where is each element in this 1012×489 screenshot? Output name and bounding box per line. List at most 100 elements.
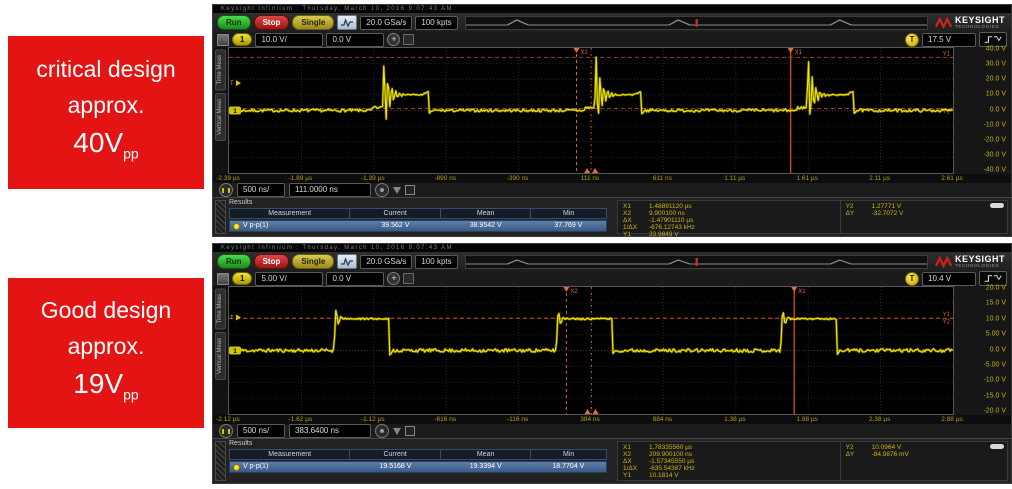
memory-depth-field[interactable]: 100 kpts <box>415 254 458 269</box>
marker-readout-row: X1 1.78335560 µs <box>623 444 693 451</box>
display-settings-icon[interactable] <box>337 254 358 269</box>
results-table: Measurement Current Mean Min V p-p(1) 39.562 … <box>229 208 607 232</box>
plot-area: Time Meas Vertical Meas Y1 Y2 X2 X1 T 1 40.0 … <box>213 46 1011 174</box>
timebase-scale-field[interactable]: 500 ns/ <box>237 424 285 438</box>
timebase-position-field[interactable]: 111.0000 ns <box>289 183 371 197</box>
results-column-header: Min <box>531 208 607 219</box>
readout-scroll-pill[interactable] <box>990 444 1004 449</box>
oscilloscope-window-good: Keysight Infiniium : Thursday, March 10,… <box>212 243 1012 484</box>
single-button[interactable]: Single <box>292 254 335 269</box>
acquisition-preview[interactable] <box>464 15 928 30</box>
measure-tabs: Time Meas Vertical Meas <box>213 47 228 174</box>
sample-rate-field[interactable]: 20.0 GSa/s <box>360 15 413 30</box>
marker-readout-y: Y2 10.0964 V ΔY -84.9876 mV <box>839 442 1007 480</box>
marker-readout-y: Y2 1.27771 V ΔY -32.7072 V <box>839 201 1007 233</box>
marker-readout-row: Y1 10.1814 V <box>623 472 679 479</box>
window-title: Keysight Infiniium : Thursday, March 10,… <box>221 245 453 251</box>
readout-scroll-pill[interactable] <box>990 203 1004 208</box>
waveform-display[interactable]: Y1 Y2 X2 X1 T 1 <box>228 286 954 415</box>
vertical-offset-field[interactable]: 0.0 V <box>326 32 385 47</box>
vertical-scale-field[interactable]: 10.0 V/ <box>255 32 324 47</box>
x-tick-label: -2.12 µs <box>216 416 240 423</box>
vertical-offset-field[interactable]: 0.0 V <box>326 271 385 286</box>
vertical-scale-field[interactable]: 5.00 V/ <box>255 271 324 286</box>
tab-time-meas[interactable]: Time Meas <box>215 288 226 330</box>
tab-vertical-meas[interactable]: Vertical Meas <box>215 332 226 381</box>
timebase-scale-field[interactable]: 500 ns/ <box>237 183 285 197</box>
waveform-display[interactable]: Y1 Y2 X2 X1 T 1 <box>228 47 954 174</box>
trigger-badge[interactable]: T <box>905 32 919 47</box>
single-button[interactable]: Single <box>292 15 335 30</box>
result-row[interactable]: V p-p(1) 39.562 V 38.9542 V 37.769 V <box>229 220 607 232</box>
x-tick-label: 884 ns <box>652 416 673 423</box>
y-tick-label: 20.0 V <box>985 75 1006 83</box>
x-tick-label: -1.12 µs <box>360 416 385 423</box>
run-control-icon[interactable] <box>219 183 233 197</box>
marker-readout-row: 1/ΔX -676.12743 kHz <box>623 224 695 231</box>
stop-button[interactable]: Stop <box>253 15 290 30</box>
window-titlebar: Keysight Infiniium : Thursday, March 10,… <box>213 244 1011 252</box>
marker-readout-row: Y2 10.0964 V <box>845 444 902 451</box>
run-control-icon[interactable] <box>219 424 233 438</box>
acquisition-preview[interactable] <box>464 254 928 269</box>
expand-button[interactable]: + <box>387 272 401 285</box>
results-scrollbar[interactable] <box>215 200 226 234</box>
zoom-icon[interactable] <box>375 424 389 438</box>
svg-text:Y1: Y1 <box>943 51 951 57</box>
keysight-spark-icon <box>934 16 952 29</box>
marker-icon[interactable] <box>393 186 401 194</box>
y-tick-label: 15.0 V <box>985 299 1006 307</box>
menu-button[interactable] <box>403 34 415 45</box>
results-scrollbar[interactable] <box>215 441 226 481</box>
trigger-badge[interactable]: T <box>905 271 919 286</box>
zoom-icon[interactable] <box>375 183 389 197</box>
display-settings-icon[interactable] <box>337 15 358 30</box>
tab-vertical-meas[interactable]: Vertical Meas <box>215 93 226 142</box>
x-tick-label: -616 ns <box>434 416 457 423</box>
save-icon[interactable] <box>217 33 229 46</box>
timebase-position-field[interactable]: 383.6400 ns <box>289 424 371 438</box>
results-column-header: Mean <box>440 208 532 219</box>
x-tick-label: 611 ns <box>652 175 672 182</box>
y-tick-label: -20.0 V <box>983 136 1006 144</box>
svg-text:Y1: Y1 <box>943 312 951 318</box>
svg-text:Y2: Y2 <box>943 319 951 325</box>
x-tick-label: 2.11 µs <box>869 175 891 182</box>
callout-line: approx. <box>67 332 145 359</box>
window-titlebar: Keysight Infiniium : Thursday, March 10,… <box>213 5 1011 13</box>
results-column-header: Current <box>350 449 441 460</box>
memory-depth-field[interactable]: 100 kpts <box>415 15 458 30</box>
x-tick-label: 111 ns <box>580 175 600 182</box>
results-panel: Results Measurement Current Mean Min V p-p(1… <box>213 197 1011 238</box>
x-tick-label: 2.61 µs <box>941 175 963 182</box>
save-icon[interactable] <box>217 272 229 285</box>
stop-button[interactable]: Stop <box>253 254 290 269</box>
channel-1-badge[interactable]: 1 <box>232 33 253 46</box>
marker-icon[interactable] <box>393 427 401 435</box>
result-row[interactable]: V p-p(1) 19.5168 V 19.3394 V 18.7704 V <box>229 461 607 473</box>
x-tick-label: -1.62 µs <box>288 416 313 423</box>
svg-text:X1: X1 <box>795 50 803 56</box>
brand-subtitle: TECHNOLOGIES <box>954 24 1000 29</box>
menu-button[interactable] <box>403 273 415 284</box>
x-tick-label: -116 ns <box>506 416 529 423</box>
voltage-axis: 20.0 V 15.0 V 10.0 V 5.00 V 0.0 V -5.00 V -10.… <box>954 285 1011 415</box>
marker-readout-row: ΔX -1.47901110 µs <box>623 217 694 224</box>
callout-line: critical design <box>36 56 176 83</box>
x-tick-label: 1.88 µs <box>796 416 818 423</box>
y-tick-label: -10.0 V <box>983 121 1006 129</box>
y-tick-label: -30.0 V <box>983 151 1006 159</box>
expand-button[interactable]: + <box>387 33 401 46</box>
run-button[interactable]: Run <box>217 15 251 30</box>
run-button[interactable]: Run <box>217 254 251 269</box>
x-tick-label: -2.39 µs <box>216 175 240 182</box>
sample-rate-field[interactable]: 20.0 GSa/s <box>360 254 413 269</box>
channel-1-badge[interactable]: 1 <box>232 272 253 285</box>
trigger-level-field[interactable]: 10.4 V <box>922 271 976 286</box>
callout-value: 19Vpp <box>73 367 139 403</box>
trigger-level-field[interactable]: 17.5 V <box>922 32 976 47</box>
window-icon[interactable] <box>405 426 415 436</box>
window-icon[interactable] <box>405 185 415 195</box>
tab-time-meas[interactable]: Time Meas <box>215 49 226 91</box>
x-tick-label: 1.61 µs <box>796 175 818 182</box>
